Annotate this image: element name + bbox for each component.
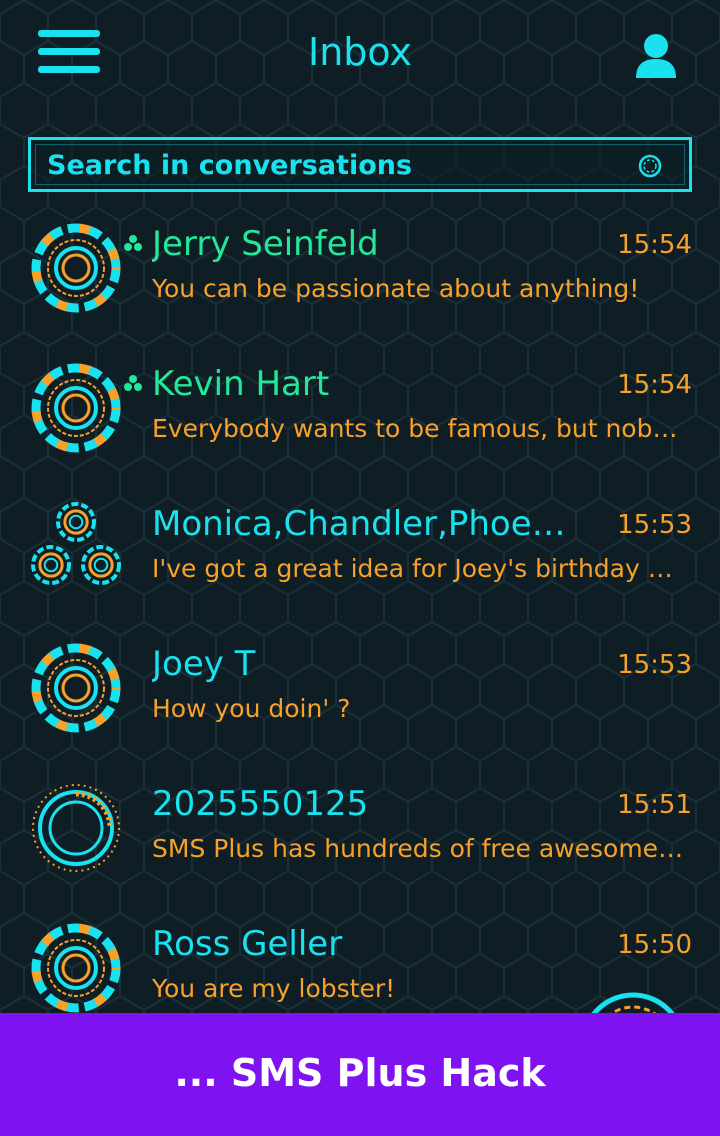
message-time: 15:53: [617, 510, 692, 540]
message-time: 15:54: [617, 370, 692, 400]
message-preview: SMS Plus has hundreds of free awesome th…: [152, 834, 688, 863]
conversation-row[interactable]: Kevin Hart 15:54 Everybody wants to be f…: [0, 350, 720, 490]
contact-name: Joey T: [152, 644, 256, 684]
message-preview: Everybody wants to be famous, but nobody…: [152, 414, 688, 443]
search-icon[interactable]: [637, 153, 663, 179]
contact-avatar[interactable]: [30, 642, 122, 734]
message-time: 15:51: [617, 790, 692, 820]
contact-name: Ross Geller: [152, 924, 343, 964]
message-time: 15:50: [617, 930, 692, 960]
banner-text: ... SMS Plus Hack: [174, 1051, 546, 1095]
conversation-row[interactable]: Joey T 15:53 How you doin' ?: [0, 630, 720, 770]
conversation-row[interactable]: 2025550125 15:51 SMS Plus has hundreds o…: [0, 770, 720, 910]
message-preview: I've got a great idea for Joey's birthda…: [152, 554, 688, 583]
search-box: [28, 137, 692, 192]
top-bar: Inbox: [0, 0, 720, 112]
online-indicator-icon: [124, 375, 142, 391]
group-avatar[interactable]: [30, 502, 122, 594]
contact-name: Jerry Seinfeld: [152, 224, 379, 264]
promo-banner[interactable]: ... SMS Plus Hack: [0, 1013, 720, 1136]
contact-name: Monica,Chandler,Phoebe,Ross: [152, 504, 572, 544]
message-time: 15:54: [617, 230, 692, 260]
online-indicator-icon: [124, 235, 142, 251]
message-preview: How you doin' ?: [152, 694, 351, 723]
contact-avatar[interactable]: [30, 362, 122, 454]
contact-avatar[interactable]: [30, 222, 122, 314]
contact-name: Kevin Hart: [152, 364, 330, 404]
unknown-number-avatar[interactable]: [30, 782, 122, 874]
conversation-row[interactable]: Monica,Chandler,Phoebe,Ross 15:53 I've g…: [0, 490, 720, 630]
message-preview: You can be passionate about anything!: [152, 274, 640, 303]
page-title: Inbox: [308, 30, 412, 74]
message-time: 15:53: [617, 650, 692, 680]
conversation-row[interactable]: Jerry Seinfeld 15:54 You can be passiona…: [0, 210, 720, 350]
contact-avatar[interactable]: [30, 922, 122, 1014]
search-input[interactable]: [47, 144, 627, 186]
user-icon[interactable]: [634, 32, 678, 78]
contact-name: 2025550125: [152, 784, 369, 824]
